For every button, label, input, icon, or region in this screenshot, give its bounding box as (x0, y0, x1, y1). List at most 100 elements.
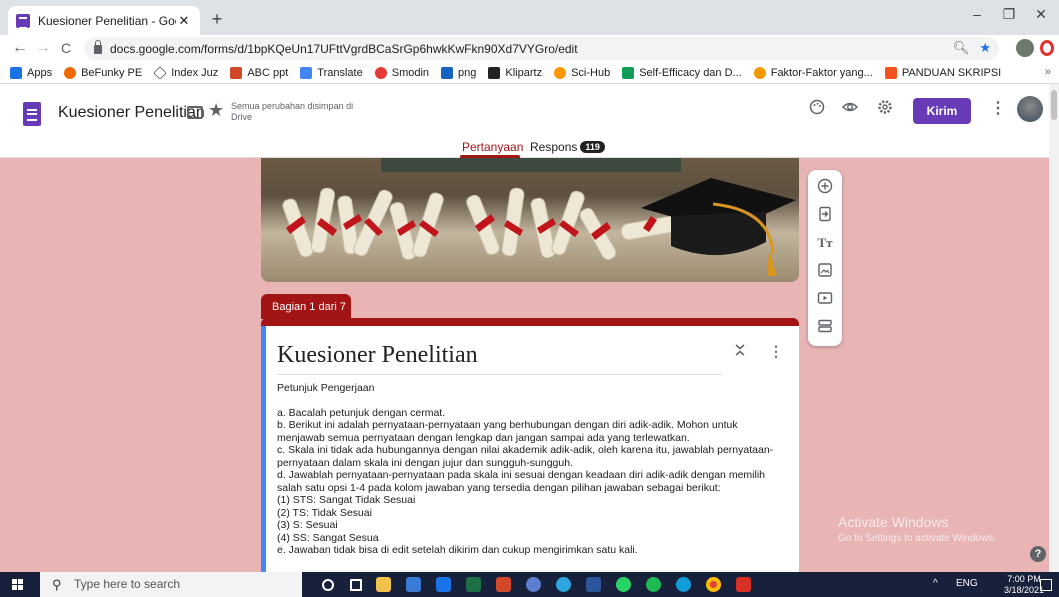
bookmark-png[interactable]: png (441, 66, 476, 79)
powerpoint-icon (230, 66, 243, 79)
description-line: d. Jawablah pernyataan-pernyataan pada s… (277, 469, 765, 494)
collapse-section-icon[interactable] (734, 343, 746, 360)
klipartz-icon (488, 66, 501, 79)
bookmark-star-icon[interactable]: ★ (979, 40, 991, 56)
browser-tab-title: Kuesioner Penelitian - Google Fo (38, 13, 176, 28)
maximize-window-button[interactable]: ❐ (994, 6, 1024, 23)
taskbar-clock[interactable]: 7:00 PM 3/18/2021 (1004, 574, 1044, 596)
excel-icon[interactable] (466, 577, 481, 592)
add-title-icon[interactable]: Tт (816, 234, 834, 252)
telegram-icon[interactable] (556, 577, 571, 592)
profile-avatar[interactable] (1016, 39, 1034, 57)
move-to-folder-icon[interactable] (187, 106, 203, 119)
add-question-icon[interactable] (816, 178, 834, 196)
microsoft-store-icon[interactable] (406, 577, 421, 592)
clock-time: 7:00 PM (1007, 574, 1041, 584)
bookmark-smodin[interactable]: Smodin (374, 66, 429, 79)
forms-header: Kuesioner Penelitian ★ Semua perubahan d… (0, 84, 1059, 158)
spotify-icon[interactable] (646, 577, 661, 592)
tab-pertanyaan[interactable]: Pertanyaan (462, 140, 523, 154)
settings-gear-icon[interactable] (874, 99, 896, 121)
bookmark-abc-ppt[interactable]: ABC ppt (230, 66, 288, 79)
bookmark-befunky[interactable]: BeFunky PE (64, 66, 142, 79)
more-options-icon[interactable]: ⋮ (990, 98, 1006, 118)
customize-theme-icon[interactable] (806, 99, 828, 121)
close-tab-icon[interactable]: ✕ (176, 13, 192, 29)
response-count-badge: 119 (580, 141, 605, 153)
png-icon (441, 66, 454, 79)
send-button[interactable]: Kirim (913, 98, 971, 124)
apps-grid-icon (10, 66, 22, 79)
browser-tab[interactable]: Kuesioner Penelitian - Google Fo ✕ (8, 6, 200, 35)
page-scrollbar[interactable] (1049, 84, 1059, 572)
form-tabs: Pertanyaan Respons 119 (0, 136, 1059, 158)
language-indicator[interactable]: ENG (956, 578, 978, 589)
new-tab-button[interactable]: + (206, 9, 228, 31)
translate-icon (300, 66, 313, 79)
form-name[interactable]: Kuesioner Penelitian (58, 104, 205, 122)
mail-icon[interactable] (436, 577, 451, 592)
panduan-icon (884, 66, 897, 79)
bookmark-sci-hub[interactable]: Sci-Hub (554, 66, 610, 79)
bookmark-faktor[interactable]: Faktor-Faktor yang... (753, 66, 873, 79)
opera-icon[interactable] (1040, 40, 1054, 56)
url-input[interactable]: docs.google.com/forms/d/1bpKQeUn17UFttVg… (84, 37, 999, 60)
description-line: b. Berikut ini adalah pernyataan-pernyat… (277, 419, 738, 444)
powerpoint-taskbar-icon[interactable] (496, 577, 511, 592)
google-forms-favicon-icon (16, 13, 30, 29)
focus-indicator (261, 326, 266, 572)
section-title[interactable]: Kuesioner Penelitian (277, 342, 722, 375)
import-questions-icon[interactable] (816, 206, 834, 224)
help-icon[interactable]: ? (1030, 546, 1046, 562)
windows-start-icon[interactable] (12, 579, 24, 591)
close-window-button[interactable]: ✕ (1026, 6, 1056, 23)
app-icon[interactable] (526, 577, 541, 592)
add-video-icon[interactable] (816, 290, 834, 308)
whatsapp-icon[interactable] (616, 577, 631, 592)
google-forms-logo-icon[interactable] (23, 102, 41, 126)
task-view-icon[interactable] (350, 579, 362, 591)
bookmark-klipartz[interactable]: Klipartz (488, 66, 542, 79)
faktor-icon (753, 66, 766, 79)
befunky-icon (64, 66, 77, 79)
bookmark-translate[interactable]: Translate (300, 66, 363, 79)
description-line: (1) STS: Sangat Tidak Sesuai (277, 494, 416, 506)
file-explorer-icon[interactable] (376, 577, 391, 592)
acrobat-icon[interactable] (736, 577, 751, 592)
zoom-icon[interactable]: 🔍︎ (953, 40, 970, 56)
back-button[interactable]: ← (10, 39, 30, 57)
taskbar-search-input[interactable]: ⚲ Type here to search (40, 572, 302, 597)
forward-button[interactable]: → (33, 39, 53, 57)
cortana-icon[interactable] (322, 579, 334, 591)
diploma-scrolls-illustration (282, 178, 796, 276)
add-image-icon[interactable] (816, 262, 834, 280)
description-line: c. Skala ini tidak ada hubungannya denga… (277, 444, 774, 469)
address-bar-row: ← → C docs.google.com/forms/d/1bpKQeUn17… (0, 35, 1059, 62)
minimize-window-button[interactable]: – (962, 6, 992, 22)
section-more-icon[interactable]: ⋮ (769, 343, 783, 360)
section-card[interactable]: Kuesioner Penelitian ⋮ Petunjuk Pengerja… (261, 318, 799, 572)
edge-icon[interactable] (676, 577, 691, 592)
url-text: docs.google.com/forms/d/1bpKQeUn17UFttVg… (110, 41, 578, 56)
bookmark-self-efficacy[interactable]: Self-Efficacy dan D... (622, 66, 742, 79)
index-juz-icon (153, 65, 168, 80)
preview-eye-icon[interactable] (839, 99, 861, 121)
reload-button[interactable]: C (56, 40, 76, 56)
show-hidden-icons-icon[interactable]: ^ (933, 578, 938, 589)
word-icon[interactable] (586, 577, 601, 592)
bookmark-apps[interactable]: Apps (10, 66, 52, 79)
scrollbar-thumb[interactable] (1051, 90, 1057, 120)
notifications-icon[interactable] (1040, 579, 1052, 591)
description-line: (3) S: Sesuai (277, 519, 338, 531)
form-side-toolbar: Tт (808, 170, 842, 346)
tab-respons[interactable]: Respons 119 (530, 140, 605, 154)
account-avatar[interactable] (1017, 96, 1043, 122)
bookmark-index-juz[interactable]: Index Juz (153, 65, 218, 80)
description-line: (2) TS: Tidak Sesuai (277, 506, 372, 519)
section-description[interactable]: Petunjuk Pengerjaan a. Bacalah petunjuk … (277, 382, 782, 557)
bookmark-panduan-skripsi[interactable]: PANDUAN SKRIPSI (884, 66, 1001, 79)
add-section-icon[interactable] (816, 318, 834, 336)
more-bookmarks-button[interactable]: » (1045, 66, 1051, 78)
star-icon[interactable]: ★ (208, 100, 224, 121)
chrome-icon[interactable] (706, 577, 721, 592)
